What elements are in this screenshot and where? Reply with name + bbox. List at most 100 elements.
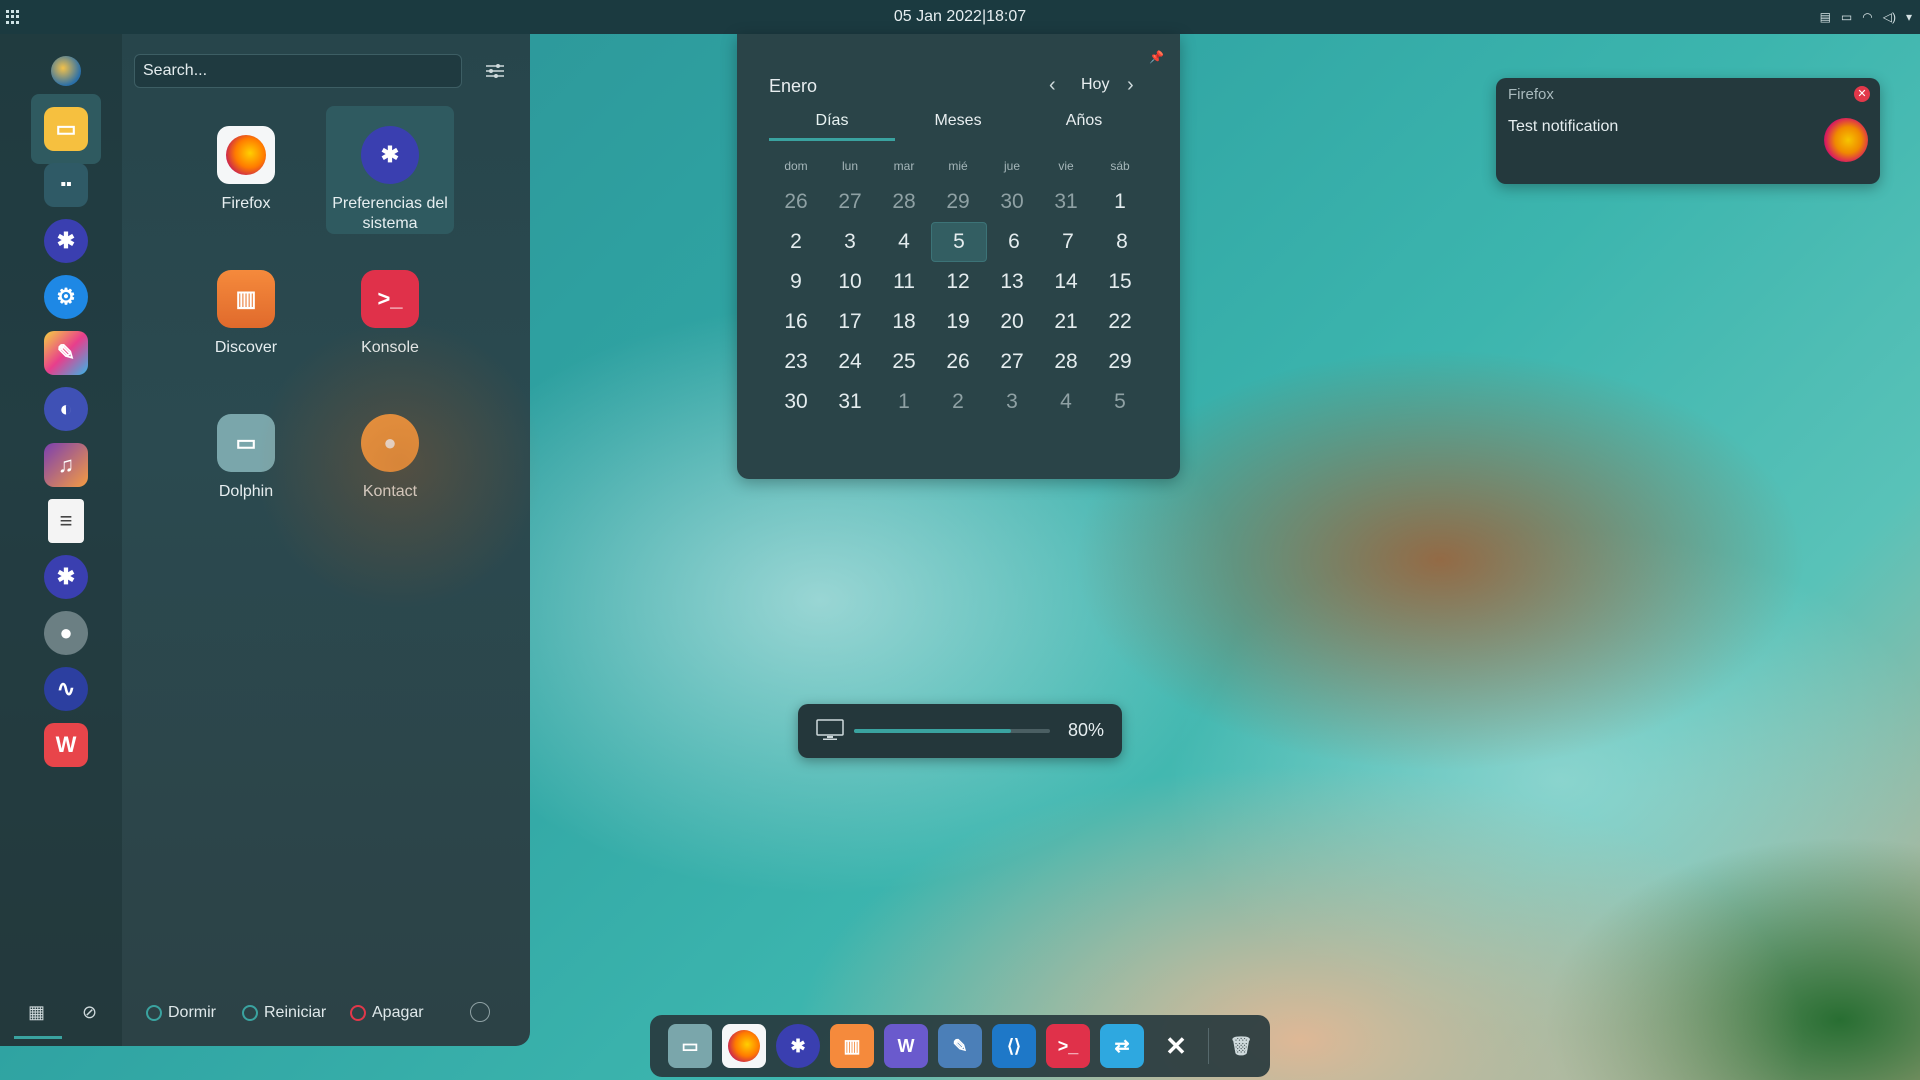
day-cell[interactable]: 31	[823, 383, 877, 421]
close-icon[interactable]: ✕	[1154, 1024, 1198, 1068]
battery-icon[interactable]: ▭	[1841, 10, 1852, 24]
logout-icon[interactable]	[470, 1002, 490, 1022]
day-cell[interactable]: 15	[1093, 263, 1147, 301]
day-cell[interactable]: 11	[877, 263, 931, 301]
day-cell[interactable]: 2	[931, 383, 985, 421]
sleep-button[interactable]: Dormir	[146, 1004, 216, 1022]
day-cell[interactable]: 16	[769, 303, 823, 341]
app-label: Dolphin	[218, 483, 274, 500]
day-cell[interactable]: 7	[1041, 223, 1095, 261]
compass-icon[interactable]: ⊘	[82, 1002, 97, 1023]
day-cell[interactable]: 3	[823, 223, 877, 261]
day-cell[interactable]: 23	[769, 343, 823, 381]
day-cell[interactable]: 30	[985, 183, 1039, 221]
day-cell[interactable]: 1	[1093, 183, 1147, 221]
kate-icon[interactable]: ✎	[938, 1024, 982, 1068]
clipboard-icon[interactable]: ▤	[1820, 10, 1831, 24]
restart-button[interactable]: Reiniciar	[242, 1004, 326, 1022]
discover-icon[interactable]: ▥	[830, 1024, 874, 1068]
day-cell[interactable]: 9	[769, 263, 823, 301]
app-label: Konsole	[361, 339, 419, 356]
day-cell[interactable]: 25	[877, 343, 931, 381]
day-cell[interactable]: 12	[931, 263, 985, 301]
day-cell[interactable]: 4	[1039, 383, 1093, 421]
close-icon[interactable]: ✕	[1854, 86, 1870, 102]
text-editor-icon: ≡	[48, 499, 84, 543]
day-cell[interactable]: 2	[769, 223, 823, 261]
day-cell[interactable]: 26	[769, 183, 823, 221]
firefox-icon[interactable]	[722, 1024, 766, 1068]
all-apps-grid-icon[interactable]: ▦	[28, 1002, 45, 1023]
day-cell-today[interactable]: 5	[931, 222, 987, 262]
sleep-icon	[146, 1005, 162, 1021]
app-grid-icon[interactable]	[6, 10, 20, 24]
day-cell[interactable]: 29	[1093, 343, 1147, 381]
contact-icon: ●	[361, 414, 419, 472]
app-system-settings[interactable]: ✱ Preferencias del sistema	[326, 106, 454, 234]
day-cell[interactable]: 6	[987, 223, 1041, 261]
app-label: Kontact	[362, 483, 418, 500]
app-discover[interactable]: ▥ Discover	[182, 250, 310, 378]
app-kontact[interactable]: ● Kontact	[326, 394, 454, 522]
day-cell[interactable]: 30	[769, 383, 823, 421]
day-cell[interactable]: 28	[1039, 343, 1093, 381]
dock: ▭ ✱ ▥ W ✎ ⟨⟩ >_ ⇄ ✕ 🗑	[650, 1015, 1270, 1077]
app-dolphin[interactable]: ▭ Dolphin	[182, 394, 310, 522]
folder-icon: ▭	[217, 414, 275, 472]
day-cell[interactable]: 1	[877, 383, 931, 421]
day-cell[interactable]: 17	[823, 303, 877, 341]
day-cell[interactable]: 19	[931, 303, 985, 341]
search-input[interactable]	[134, 54, 462, 88]
writer-icon[interactable]: W	[884, 1024, 928, 1068]
wifi-icon[interactable]: ◠	[1862, 10, 1872, 24]
day-cell[interactable]: 10	[823, 263, 877, 301]
volume-icon[interactable]: ◁)	[1883, 10, 1896, 24]
pin-icon[interactable]: 📌	[1149, 50, 1164, 64]
tab-years[interactable]: Años	[1021, 112, 1147, 141]
day-cell[interactable]: 18	[877, 303, 931, 341]
day-cell[interactable]: 26	[931, 343, 985, 381]
filter-settings-icon[interactable]	[482, 58, 508, 84]
fav-wps[interactable]: W	[31, 710, 101, 780]
day-cell[interactable]: 5	[1093, 383, 1147, 421]
app-firefox[interactable]: Firefox	[182, 106, 310, 234]
shutdown-button[interactable]: Apagar	[350, 1004, 424, 1022]
chevron-right-icon[interactable]: ›	[1127, 74, 1134, 97]
day-cell[interactable]: 22	[1093, 303, 1147, 341]
day-cell[interactable]: 27	[823, 183, 877, 221]
kde-plasma-icon: ▪▪	[44, 163, 88, 207]
chevron-left-icon[interactable]: ‹	[1049, 74, 1056, 97]
day-cell[interactable]: 3	[985, 383, 1039, 421]
day-cell[interactable]: 14	[1039, 263, 1093, 301]
day-cell[interactable]: 20	[985, 303, 1039, 341]
shutdown-label: Apagar	[372, 1004, 424, 1021]
weekday-label: dom	[784, 159, 808, 173]
kde-connect-icon[interactable]: ⇄	[1100, 1024, 1144, 1068]
week-row: 2 3 4 5 6 7 8	[769, 222, 1149, 262]
day-cell[interactable]: 27	[985, 343, 1039, 381]
day-cell[interactable]: 24	[823, 343, 877, 381]
tab-days[interactable]: Días	[769, 112, 895, 141]
day-cell[interactable]: 4	[877, 223, 931, 261]
day-cell[interactable]: 8	[1095, 223, 1149, 261]
konsole-icon: >_	[361, 270, 419, 328]
konsole-icon[interactable]: >_	[1046, 1024, 1090, 1068]
monitor-icon	[816, 719, 844, 740]
chevron-down-icon[interactable]: ▾	[1906, 10, 1912, 24]
today-button[interactable]: Hoy	[1081, 76, 1109, 94]
tab-months[interactable]: Meses	[895, 112, 1021, 141]
trash-icon[interactable]: 🗑	[1219, 1024, 1263, 1068]
day-cell[interactable]: 21	[1039, 303, 1093, 341]
system-settings-icon[interactable]: ✱	[776, 1024, 820, 1068]
notification-popup[interactable]: Firefox ✕ Test notification	[1496, 78, 1880, 184]
favorites-bar: ▭ ▪▪ ✱ ⚙ ✎ ◐ ♫ ≡ ✱ ● ∿ W	[0, 34, 122, 1046]
day-cell[interactable]: 31	[1039, 183, 1093, 221]
vscode-icon[interactable]: ⟨⟩	[992, 1024, 1036, 1068]
clock[interactable]: 05 Jan 2022|18:07	[894, 8, 1026, 26]
day-cell[interactable]: 28	[877, 183, 931, 221]
day-cell[interactable]: 29	[931, 183, 985, 221]
app-konsole[interactable]: >_ Konsole	[326, 250, 454, 378]
day-cell[interactable]: 13	[985, 263, 1039, 301]
restart-label: Reiniciar	[264, 1004, 327, 1021]
dolphin-icon[interactable]: ▭	[668, 1024, 712, 1068]
